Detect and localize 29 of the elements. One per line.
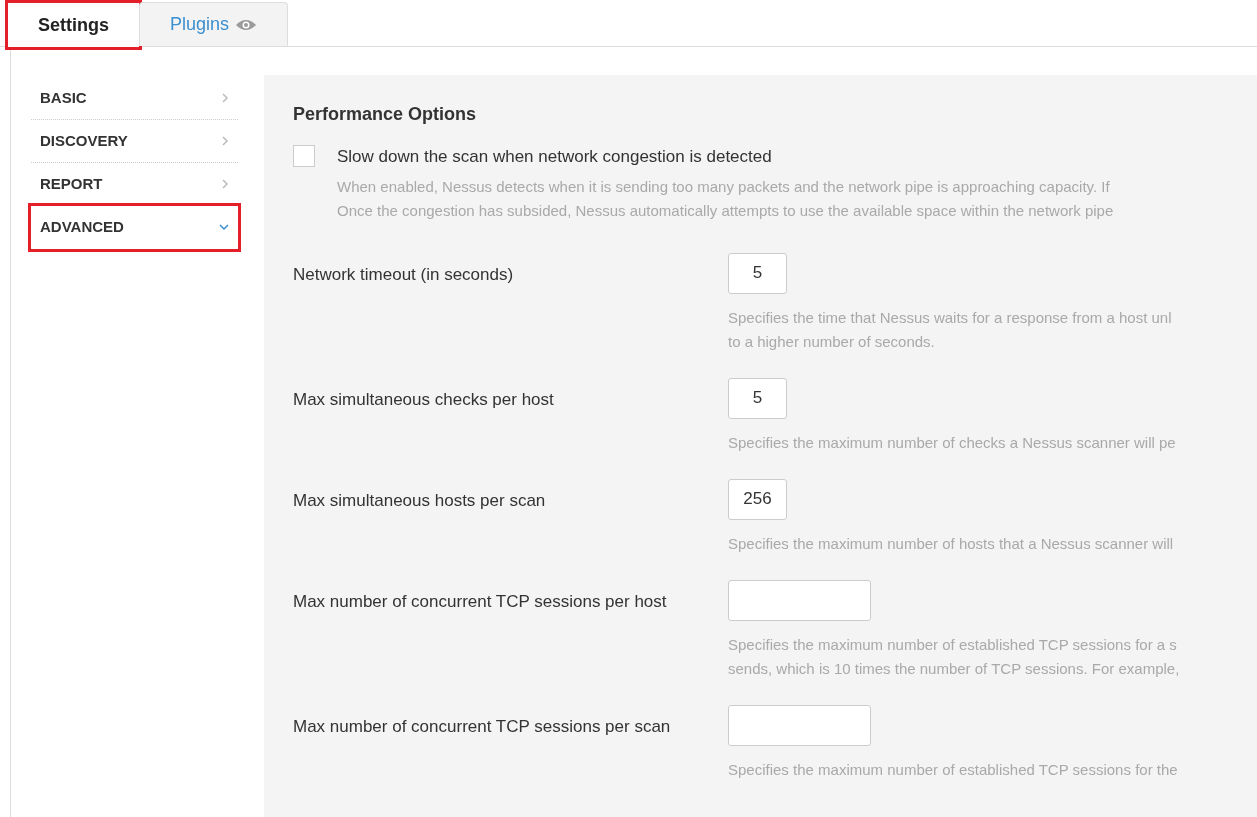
- field-label: Max simultaneous hosts per scan: [293, 489, 547, 512]
- input-field[interactable]: 256: [728, 478, 787, 520]
- chevron-right-icon: [222, 136, 229, 146]
- sidebar-item[interactable]: DISCOVERY: [31, 120, 238, 163]
- chevron-down-icon: [219, 224, 229, 231]
- sidebar-item[interactable]: BASIC: [31, 77, 238, 120]
- field-label: Max number of concurrent TCP sessions per scan: [293, 715, 672, 738]
- checkbox[interactable]: [293, 145, 315, 167]
- field-description: When enabled, Nessus detects when it is sending too many packets and the network pipe is approaching capacity. If Once the congestion has subsided, Nessus automatically attempts to use the available space within the network pipe: [337, 176, 1114, 221]
- input-field[interactable]: [728, 579, 871, 621]
- field-description: Specifies the maximum number of hosts that a Nessus scanner will: [728, 533, 1174, 554]
- field-label: Network timeout (in seconds): [293, 263, 515, 286]
- sidebar-item[interactable]: ADVANCED: [31, 206, 238, 249]
- field-description: Specifies the maximum number of established TCP sessions for a s sends, which is 10 times the number of TCP sessions. For example,: [728, 634, 1180, 679]
- input-field[interactable]: 5: [728, 377, 787, 419]
- field-label: Max number of concurrent TCP sessions per host: [293, 590, 668, 613]
- tab[interactable]: Settings: [8, 3, 139, 47]
- field-description: Specifies the maximum number of established TCP sessions for the: [728, 759, 1178, 780]
- input-field[interactable]: [728, 704, 871, 746]
- field-description: Specifies the maximum number of checks a Nessus scanner will pe: [728, 432, 1176, 453]
- field-description: Specifies the time that Nessus waits for a response from a host unl to a higher number of seconds.: [728, 307, 1172, 352]
- checkbox-label: Slow down the scan when network congestion is detected: [337, 146, 773, 168]
- input-field[interactable]: 5: [728, 252, 787, 294]
- field-label: Max simultaneous checks per host: [293, 388, 555, 411]
- chevron-right-icon: [222, 179, 229, 189]
- chevron-right-icon: [222, 93, 229, 103]
- eye-icon: [235, 17, 258, 32]
- sidebar-item[interactable]: REPORT: [31, 163, 238, 206]
- section-title: Performance Options: [293, 103, 478, 126]
